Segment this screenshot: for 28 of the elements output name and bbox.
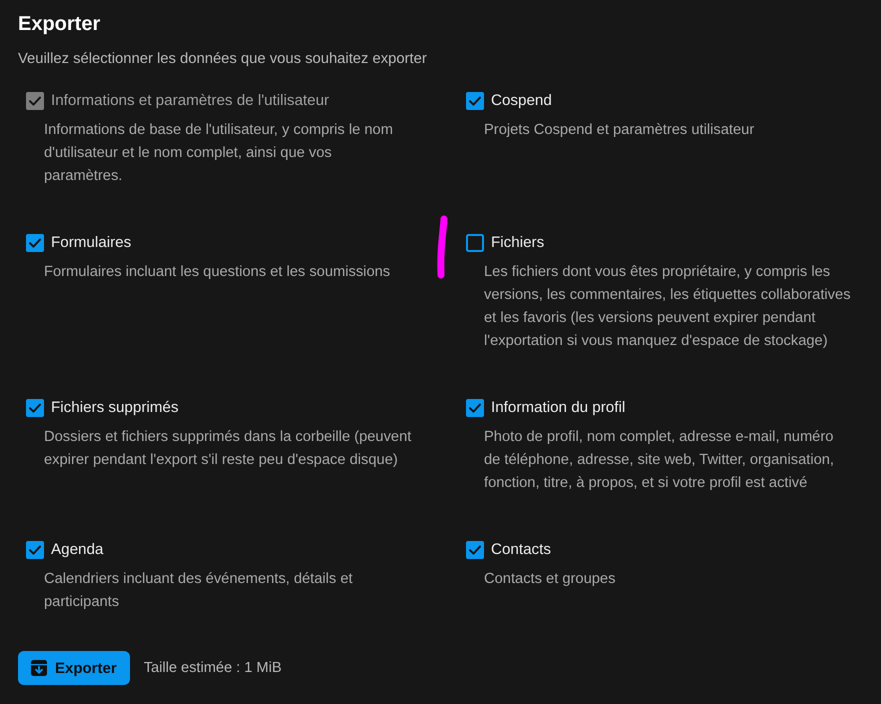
checkbox[interactable] [26,399,44,417]
checkbox[interactable] [466,541,484,559]
option-description: Photo de profil, nom complet, adresse e-mail, numéro de téléphone, adresse, site web, Twitter, organisation, fonction, titre, à propos, et si votre profil est activé [484,428,834,493]
checkbox[interactable] [26,234,44,252]
option-description: Dossiers et fichiers supprimés dans la corbeille (peuvent expirer pendant l'export s'il reste peu d'espace disque) [44,428,412,470]
option-label[interactable]: Cospend [491,91,552,111]
option-label[interactable]: Information du profil [491,398,626,418]
checkbox[interactable] [466,399,484,417]
checkbox[interactable] [466,234,484,252]
checkbox[interactable] [466,92,484,110]
option-description: Projets Cospend et paramètres utilisateur [484,121,754,140]
option-description: Calendriers incluant des événements, détails et participants [44,570,353,612]
pen-stroke-drawing [435,214,449,280]
page-title: Exporter [18,12,102,37]
option-description: Les fichiers dont vous êtes propriétaire, y compris les versions, les commentaires, les étiquettes collaboratives et les favoris (les versions peuvent expirer pendant l'exportation si vous manquez d'espace de stockage) [484,263,851,351]
option-description: Informations de base de l'utilisateur, y compris le nom d'utilisateur et le nom complet, ainsi que vos paramètres. [44,121,393,186]
export-button[interactable]: Exporter [18,651,130,685]
option-label[interactable]: Fichiers supprimés [51,398,178,418]
option-label[interactable]: Fichiers [491,233,544,253]
page-subtitle: Veuillez sélectionner les données que vous souhaitez exporter [18,50,428,69]
checkbox[interactable] [26,541,44,559]
option-label[interactable]: Agenda [51,540,104,560]
option-label[interactable]: Contacts [491,540,551,560]
option-description: Formulaires incluant les questions et les soumissions [44,263,390,282]
option-label[interactable]: Formulaires [51,233,132,253]
size-estimate: Taille estimée : 1 MiB [144,660,282,676]
download-box-icon [31,660,47,676]
option-description: Contacts et groupes [484,570,616,589]
